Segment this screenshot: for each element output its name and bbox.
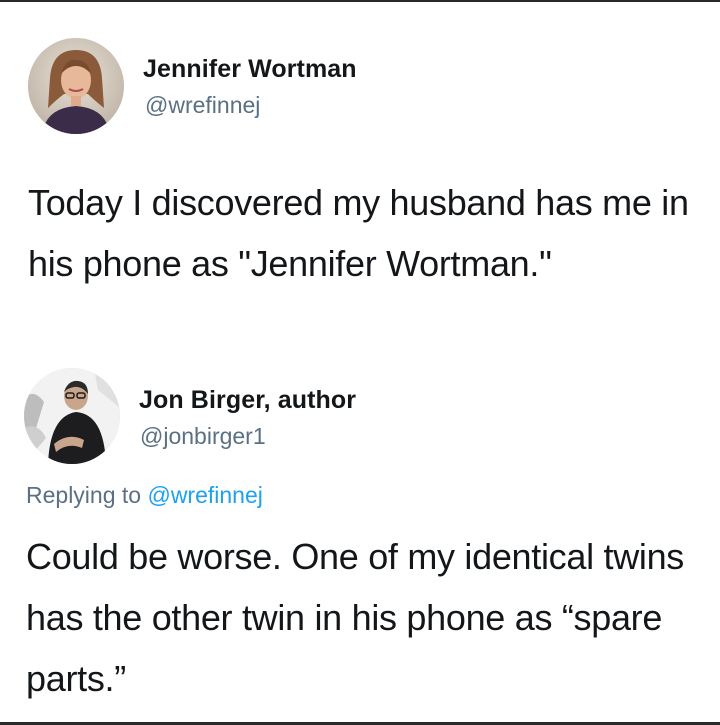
avatar[interactable] [24,368,120,464]
author-handle[interactable]: @wrefinnej [145,92,260,119]
replying-to-line: Replying to @wrefinnej [26,482,263,509]
tweet-reply: Jon Birger, author @jonbirger1 Replying … [0,368,720,699]
avatar[interactable] [28,38,124,134]
woman-portrait-avatar-icon [28,38,124,134]
author-name[interactable]: Jon Birger, author [139,386,356,415]
author-name[interactable]: Jennifer Wortman [143,55,357,84]
tweet-text: Could be worse. One of my identical twin… [26,536,685,699]
mention-link[interactable]: @wrefinnej [147,482,262,508]
man-portrait-avatar-icon [24,368,120,464]
tweet-author-row: Jennifer Wortman @wrefinnej [0,38,720,138]
tweet-text: Today I discovered my husband has me in … [28,182,689,284]
replying-to-label: Replying to [26,482,148,508]
screenshot-frame: Jennifer Wortman @wrefinnej Today I disc… [0,0,720,725]
tweet-author-row: Jon Birger, author @jonbirger1 [0,368,720,468]
tweet-original: Jennifer Wortman @wrefinnej Today I disc… [0,38,720,284]
author-handle[interactable]: @jonbirger1 [140,423,266,450]
